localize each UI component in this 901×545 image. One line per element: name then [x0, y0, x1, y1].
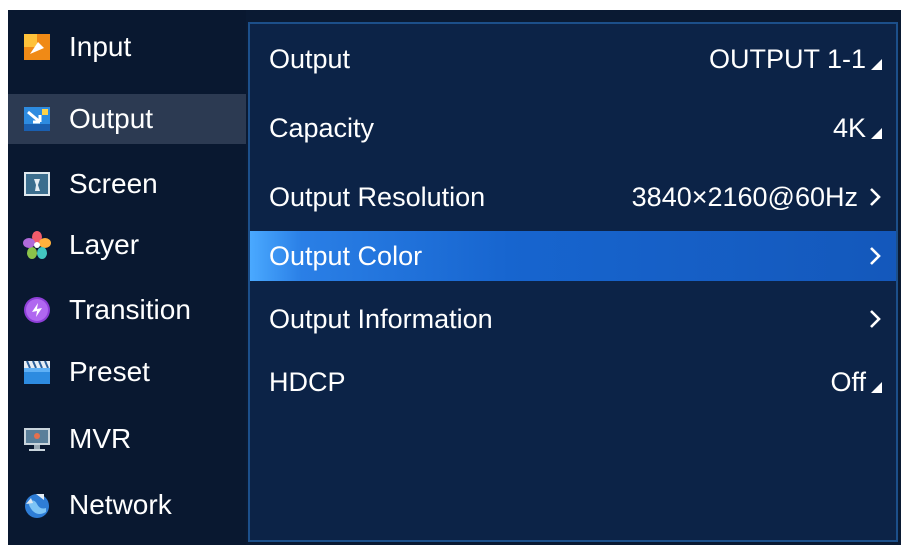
network-icon — [22, 490, 52, 520]
sidebar-item-label: Output — [69, 103, 154, 134]
row-label: Capacity — [269, 112, 375, 143]
row-label: Output Information — [269, 303, 493, 334]
sidebar-item-label: MVR — [69, 423, 132, 454]
mvr-icon — [22, 424, 52, 454]
row-label: Output Resolution — [269, 181, 486, 212]
input-icon — [22, 32, 52, 62]
hdcp-select[interactable]: Off — [830, 367, 882, 398]
layer-icon — [22, 230, 52, 260]
sidebar: Input Output Screen Layer Transition Pre… — [8, 10, 246, 545]
sidebar-item-screen[interactable]: Screen — [8, 159, 246, 209]
chevron-right-icon — [870, 310, 881, 328]
output-icon — [22, 104, 52, 134]
row-label: Output Color — [269, 240, 423, 271]
row-value: OUTPUT 1-1 — [708, 43, 866, 74]
sidebar-item-output[interactable]: Output — [8, 94, 246, 144]
output-settings-panel: Output OUTPUT 1-1 Capacity 4K Output Res… — [248, 22, 898, 542]
sidebar-item-label: Network — [69, 489, 172, 520]
output-information-row[interactable]: Output Information — [250, 294, 896, 344]
capacity-select[interactable]: 4K — [833, 113, 882, 144]
sidebar-item-label: Transition — [69, 294, 191, 325]
menu-frame: Input Output Screen Layer Transition Pre… — [8, 10, 901, 545]
chevron-right-icon — [870, 188, 881, 206]
sidebar-item-label: Preset — [69, 356, 150, 387]
output-resolution-value[interactable]: 3840×2160@60Hz — [632, 182, 882, 213]
output-color-row[interactable]: Output Color — [250, 231, 896, 281]
sidebar-item-layer[interactable]: Layer — [8, 220, 246, 270]
row-value-container — [858, 308, 882, 330]
transition-icon — [22, 295, 52, 325]
row-value: Off — [830, 366, 866, 397]
sidebar-item-label: Screen — [69, 168, 158, 199]
row-label: HDCP — [269, 366, 346, 397]
sidebar-item-network[interactable]: Network — [8, 480, 246, 530]
dropdown-triangle-icon — [871, 58, 882, 70]
sidebar-item-label: Input — [69, 31, 132, 62]
chevron-right-icon — [870, 247, 881, 265]
sidebar-item-label: Layer — [69, 229, 140, 260]
dropdown-triangle-icon — [871, 381, 882, 393]
hdcp-row[interactable]: HDCP Off — [250, 357, 896, 407]
sidebar-item-mvr[interactable]: MVR — [8, 414, 246, 464]
screen-icon — [22, 169, 52, 199]
output-row[interactable]: Output OUTPUT 1-1 — [250, 34, 896, 84]
row-value: 4K — [832, 112, 866, 143]
row-value-container — [858, 245, 882, 267]
dropdown-triangle-icon — [871, 127, 882, 139]
sidebar-item-transition[interactable]: Transition — [8, 285, 246, 335]
sidebar-item-preset[interactable]: Preset — [8, 347, 246, 397]
sidebar-item-input[interactable]: Input — [8, 22, 246, 72]
capacity-row[interactable]: Capacity 4K — [250, 103, 896, 153]
output-resolution-row[interactable]: Output Resolution 3840×2160@60Hz — [250, 172, 896, 222]
row-label: Output — [269, 43, 351, 74]
preset-icon — [22, 357, 52, 387]
row-value: 3840×2160@60Hz — [631, 181, 858, 212]
output-select[interactable]: OUTPUT 1-1 — [709, 44, 882, 75]
